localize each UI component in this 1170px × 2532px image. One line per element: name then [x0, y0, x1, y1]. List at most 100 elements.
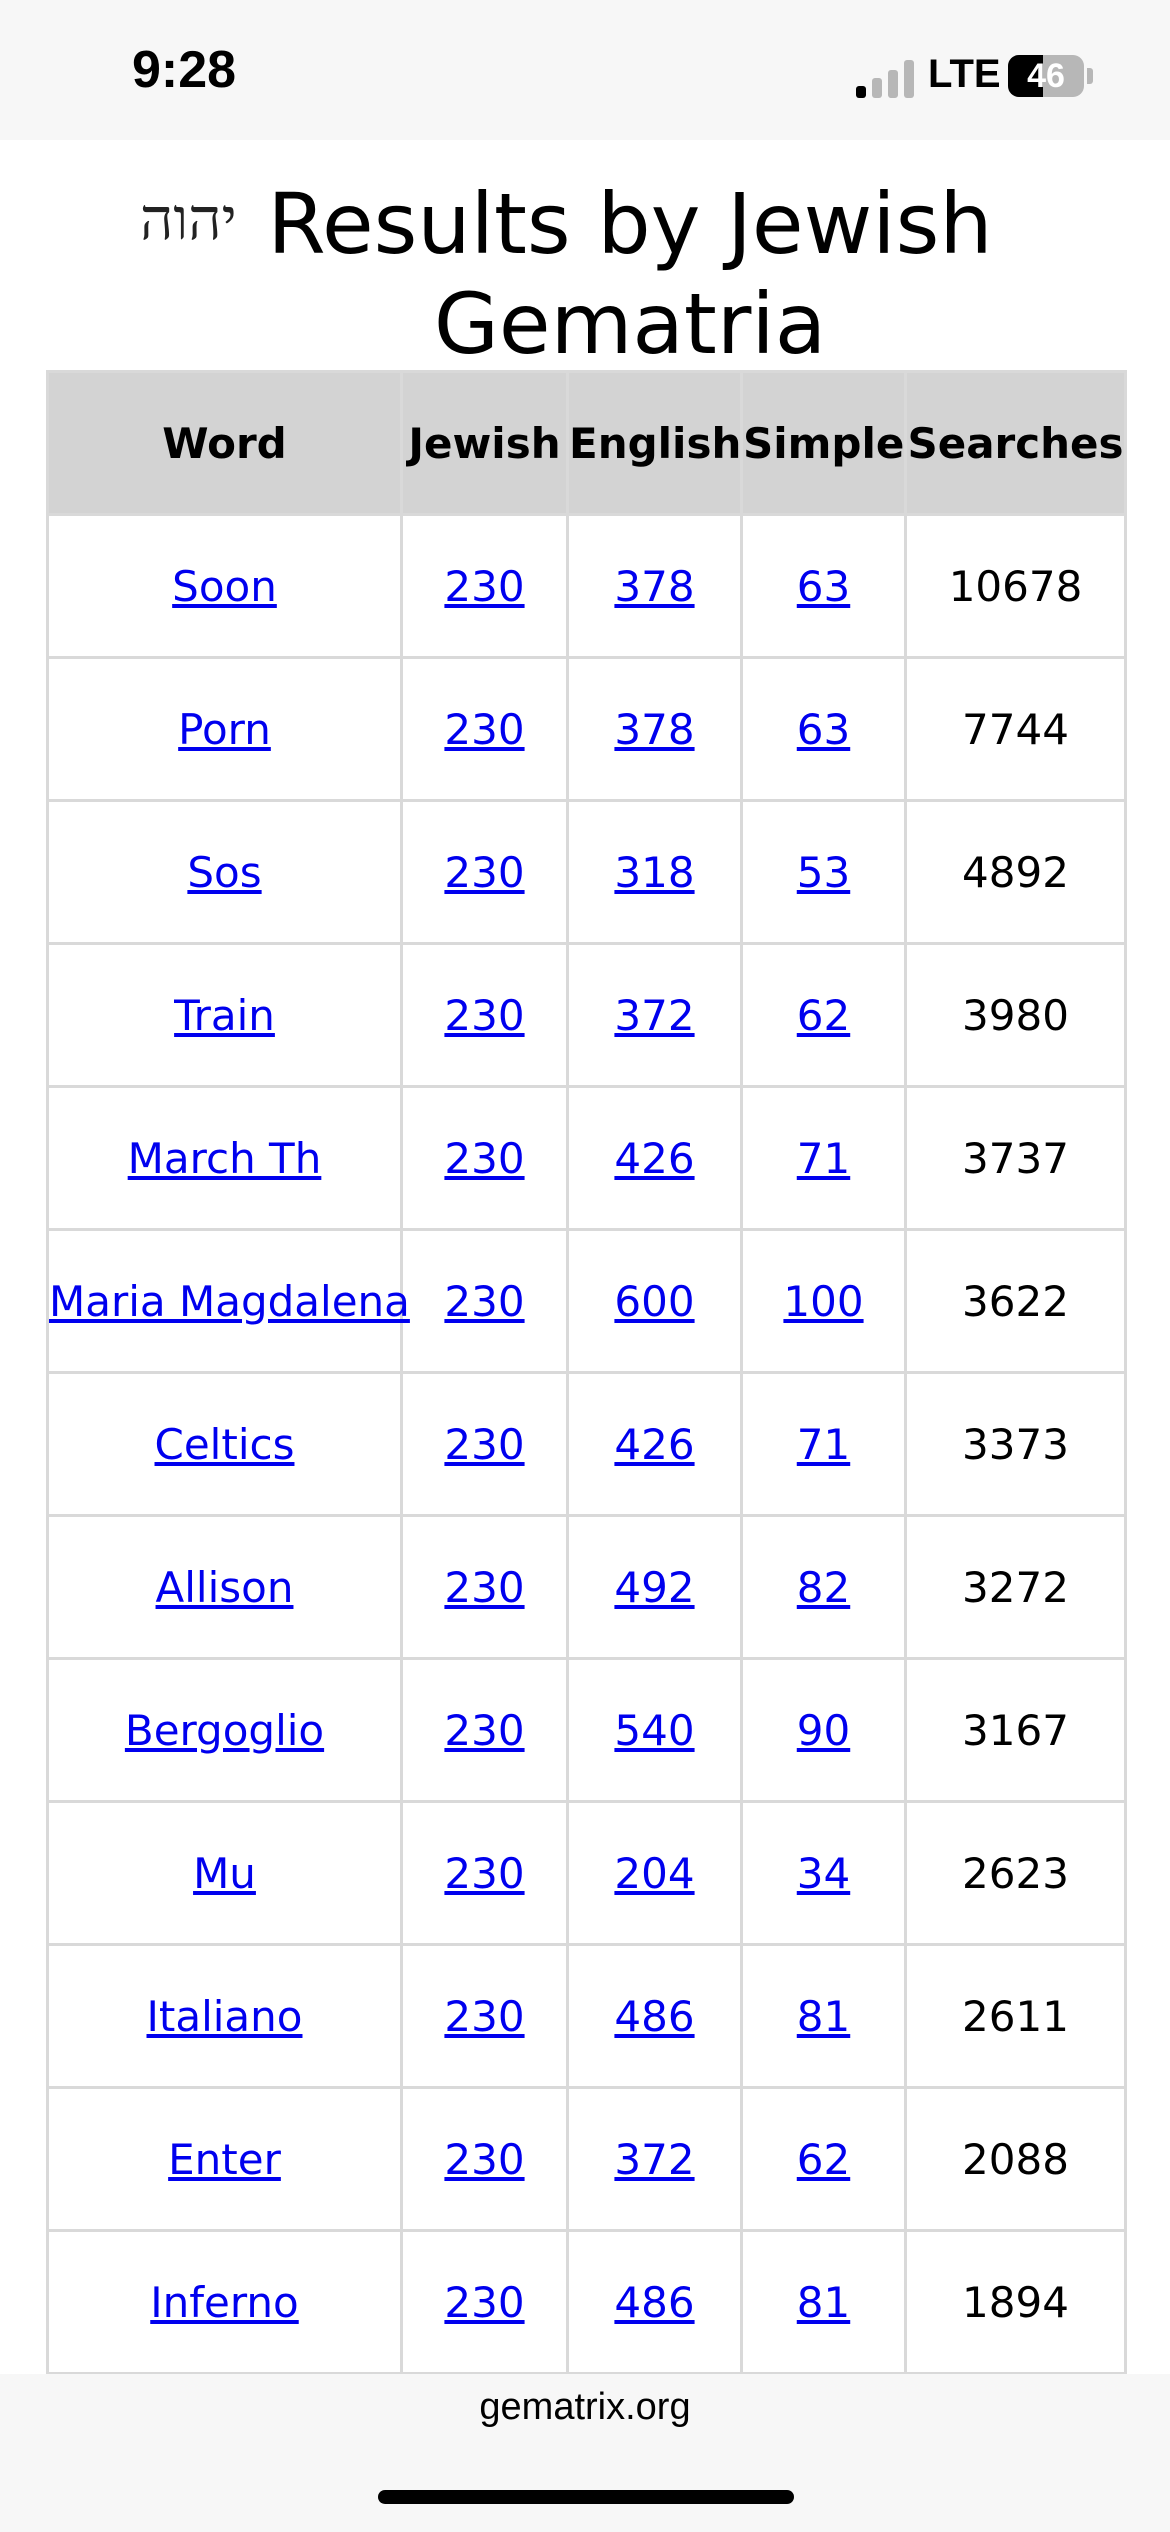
column-header-jewish: Jewish: [400, 370, 569, 516]
battery-level: 46: [1027, 57, 1065, 95]
english-value-link[interactable]: 426: [614, 1420, 694, 1469]
english-value-link[interactable]: 486: [614, 2278, 694, 2327]
cell-searches: 3373: [904, 1371, 1127, 1517]
status-bar: 9:28 LTE 46: [0, 0, 1170, 140]
jewish-value-link[interactable]: 230: [444, 991, 524, 1040]
jewish-value-link[interactable]: 230: [444, 1134, 524, 1183]
english-value-link[interactable]: 372: [614, 991, 694, 1040]
word-link[interactable]: March Th: [128, 1134, 322, 1183]
word-link[interactable]: Bergoglio: [125, 1706, 324, 1755]
network-type: LTE: [928, 52, 1001, 96]
jewish-value-link[interactable]: 230: [444, 1992, 524, 2041]
cell-word: Celtics: [46, 1371, 403, 1517]
word-link[interactable]: Porn: [178, 705, 271, 754]
word-link[interactable]: Sos: [187, 848, 261, 897]
table-row: Bergoglio 230 540 90 3167: [46, 1657, 1127, 1803]
simple-value-link[interactable]: 82: [797, 1563, 850, 1612]
cell-english: 204: [566, 1800, 743, 1946]
simple-value-link[interactable]: 34: [797, 1849, 850, 1898]
word-link[interactable]: Mu: [193, 1849, 256, 1898]
simple-value-link[interactable]: 63: [797, 562, 850, 611]
word-link[interactable]: Italiano: [147, 1992, 303, 2041]
english-value-link[interactable]: 486: [614, 1992, 694, 2041]
cell-simple: 63: [740, 513, 907, 659]
table-row: Allison 230 492 82 3272: [46, 1514, 1127, 1660]
jewish-value-link[interactable]: 230: [444, 2135, 524, 2184]
jewish-value-link[interactable]: 230: [444, 562, 524, 611]
cell-word: Train: [46, 942, 403, 1088]
cell-simple: 62: [740, 942, 907, 1088]
cell-jewish: 230: [400, 799, 569, 945]
word-link[interactable]: Maria Magdalena: [49, 1277, 410, 1326]
english-value-link[interactable]: 378: [614, 562, 694, 611]
cell-english: 540: [566, 1657, 743, 1803]
english-value-link[interactable]: 600: [614, 1277, 694, 1326]
jewish-value-link[interactable]: 230: [444, 1849, 524, 1898]
searches-count: 2088: [962, 2134, 1069, 2184]
english-value-link[interactable]: 372: [614, 2135, 694, 2184]
cell-english: 600: [566, 1228, 743, 1374]
simple-value-link[interactable]: 62: [797, 991, 850, 1040]
cell-searches: 3980: [904, 942, 1127, 1088]
home-indicator[interactable]: [378, 2490, 794, 2504]
jewish-value-link[interactable]: 230: [444, 1563, 524, 1612]
searches-count: 7744: [962, 704, 1069, 754]
address-bar[interactable]: gematrix.org: [0, 2386, 1170, 2429]
searches-count: 1894: [962, 2277, 1069, 2327]
simple-value-link[interactable]: 63: [797, 705, 850, 754]
jewish-value-link[interactable]: 230: [444, 848, 524, 897]
searches-count: 2623: [962, 1848, 1069, 1898]
jewish-value-link[interactable]: 230: [444, 1706, 524, 1755]
word-link[interactable]: Enter: [168, 2135, 281, 2184]
simple-value-link[interactable]: 71: [797, 1420, 850, 1469]
searches-count: 3622: [962, 1276, 1069, 1326]
table-row: Italiano 230 486 81 2611: [46, 1943, 1127, 2089]
simple-value-link[interactable]: 100: [783, 1277, 863, 1326]
word-link[interactable]: Train: [174, 991, 275, 1040]
simple-value-link[interactable]: 62: [797, 2135, 850, 2184]
cell-jewish: 230: [400, 1514, 569, 1660]
jewish-value-link[interactable]: 230: [444, 1420, 524, 1469]
english-value-link[interactable]: 540: [614, 1706, 694, 1755]
word-link[interactable]: Celtics: [155, 1420, 295, 1469]
searches-count: 2611: [962, 1991, 1069, 2041]
cell-simple: 53: [740, 799, 907, 945]
table-row: Porn 230 378 63 7744: [46, 656, 1127, 802]
searches-count: 3980: [962, 990, 1069, 1040]
jewish-value-link[interactable]: 230: [444, 705, 524, 754]
cell-jewish: 230: [400, 1085, 569, 1231]
english-value-link[interactable]: 492: [614, 1563, 694, 1612]
battery-cap: [1087, 68, 1093, 84]
simple-value-link[interactable]: 71: [797, 1134, 850, 1183]
english-value-link[interactable]: 318: [614, 848, 694, 897]
table-row: Celtics 230 426 71 3373: [46, 1371, 1127, 1517]
cell-word: Enter: [46, 2086, 403, 2232]
english-value-link[interactable]: 204: [614, 1849, 694, 1898]
simple-value-link[interactable]: 53: [797, 848, 850, 897]
results-body: Soon 230 378 63 10678 Porn 230 378 63 7744 Sos 230 3…: [46, 513, 1127, 2375]
english-value-link[interactable]: 426: [614, 1134, 694, 1183]
word-link[interactable]: Soon: [172, 562, 277, 611]
status-time: 9:28: [132, 41, 237, 99]
table-row: Train 230 372 62 3980: [46, 942, 1127, 1088]
simple-value-link[interactable]: 81: [797, 2278, 850, 2327]
cell-english: 486: [566, 1943, 743, 2089]
cell-word: Bergoglio: [46, 1657, 403, 1803]
cell-word: Inferno: [46, 2229, 403, 2375]
cell-searches: 2611: [904, 1943, 1127, 2089]
english-value-link[interactable]: 378: [614, 705, 694, 754]
jewish-value-link[interactable]: 230: [444, 1277, 524, 1326]
word-link[interactable]: Allison: [156, 1563, 294, 1612]
word-link[interactable]: Inferno: [150, 2278, 298, 2327]
jewish-value-link[interactable]: 230: [444, 2278, 524, 2327]
cell-searches: 2088: [904, 2086, 1127, 2232]
cell-word: Allison: [46, 1514, 403, 1660]
cell-english: 426: [566, 1371, 743, 1517]
column-header-searches: Searches: [904, 370, 1127, 516]
cell-searches: 3272: [904, 1514, 1127, 1660]
simple-value-link[interactable]: 81: [797, 1992, 850, 2041]
searches-count: 4892: [962, 847, 1069, 897]
cell-jewish: 230: [400, 1657, 569, 1803]
cell-english: 486: [566, 2229, 743, 2375]
simple-value-link[interactable]: 90: [797, 1706, 850, 1755]
